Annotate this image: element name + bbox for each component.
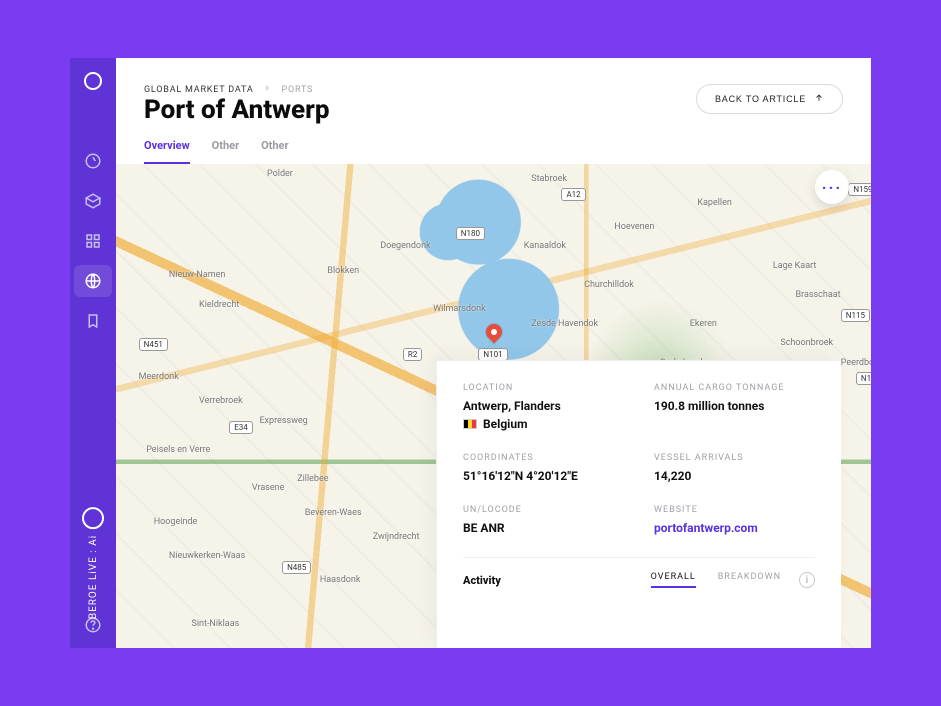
map-place-label: Kapellen — [697, 198, 732, 208]
map-place-label: Doegendonk — [380, 241, 430, 251]
sidebar-item-bookmarks[interactable] — [84, 312, 102, 330]
activity-tab-breakdown[interactable]: BREAKDOWN — [718, 572, 781, 588]
breadcrumb-root[interactable]: GLOBAL MARKET DATA — [144, 85, 253, 95]
map-route-chip: N451 — [139, 338, 168, 351]
sidebar-item-apps[interactable] — [84, 232, 102, 250]
map-place-label: Stabroek — [531, 174, 567, 184]
map-place-label: Churchilldok — [584, 280, 634, 290]
activity-tabs: OVERALL BREAKDOWN — [651, 572, 781, 588]
main-panel: GLOBAL MARKET DATA PORTS Port of Antwerp… — [116, 58, 871, 648]
sidebar-item-global[interactable] — [84, 272, 102, 290]
tab-other-2[interactable]: Other — [261, 139, 288, 164]
chevron-right-icon — [263, 84, 271, 95]
activity-section-title: Activity — [463, 574, 501, 587]
page-title: Port of Antwerp — [144, 95, 329, 125]
map-place-label: Peerdbos — [841, 358, 871, 368]
map-place-label: Lage Kaart — [773, 261, 816, 271]
tab-overview[interactable]: Overview — [144, 139, 190, 164]
tab-other-1[interactable]: Other — [212, 139, 239, 164]
map-place-label: Expressweg — [259, 416, 307, 426]
map-place-label: Peisels en Verre — [146, 445, 210, 455]
brand-logo-icon[interactable] — [84, 72, 102, 90]
map-route-chip: N101 — [478, 348, 507, 361]
map-place-label: Zwijndrecht — [373, 532, 420, 542]
map-route-chip: R2 — [403, 348, 422, 361]
website-link[interactable]: portofantwerp.com — [654, 521, 815, 535]
sidebar-item-packages[interactable] — [84, 192, 102, 210]
meta-coordinates: COORDINATES 51°16'12"N 4°20'12"E — [463, 453, 624, 483]
meta-unlocode: UN/LOCODE BE ANR — [463, 505, 624, 535]
map-place-label: Verrebroek — [199, 396, 243, 406]
map-place-label: Nieuwkerken-Waas — [169, 551, 245, 561]
meta-location: LOCATION Antwerp, Flanders Belgium — [463, 383, 624, 431]
brand-text: BEROE LiVE : Ai — [82, 507, 104, 619]
map-place-label: Haasdonk — [320, 575, 361, 585]
map-place-label: Zesde Havendok — [531, 319, 598, 329]
map-place-label: Hoevenen — [614, 222, 654, 232]
more-options-button[interactable]: ··· — [815, 170, 849, 204]
map-route-chip: N131 — [856, 372, 871, 385]
map-route-chip: N115 — [841, 309, 870, 322]
map-place-label: Sint-Niklaas — [192, 619, 240, 629]
map-place-label: Meerdonk — [139, 372, 179, 382]
map-place-label: Schoonbroek — [780, 338, 833, 348]
map-place-label: Ekeren — [690, 319, 717, 329]
activity-tab-overall[interactable]: OVERALL — [651, 572, 696, 588]
map-route-chip: N180 — [456, 227, 485, 240]
map-route-chip: N159 — [848, 183, 871, 196]
map-place-label: Nieuw-Namen — [169, 270, 226, 280]
map-place-label: Beveren-Waes — [305, 508, 362, 518]
belgium-flag-icon — [463, 419, 477, 429]
map-route-chip: E34 — [229, 421, 253, 434]
map-place-label: Polder — [267, 169, 293, 179]
info-icon[interactable]: i — [799, 572, 815, 588]
breadcrumb-leaf[interactable]: PORTS — [281, 85, 313, 95]
map-route-chip: A12 — [561, 188, 585, 201]
map-place-label: Kieldrecht — [199, 300, 239, 310]
map-route-chip: N485 — [282, 561, 311, 574]
content-tabs: Overview Other Other — [144, 139, 843, 164]
map-place-label: Kanaaldok — [524, 241, 566, 251]
map-place-label: Hoogeinde — [154, 517, 198, 527]
meta-arrivals: VESSEL ARRIVALS 14,220 — [654, 453, 815, 483]
meta-website: WEBSITE portofantwerp.com — [654, 505, 815, 535]
breadcrumb: GLOBAL MARKET DATA PORTS — [144, 84, 329, 95]
sidebar-item-dashboard[interactable] — [84, 152, 102, 170]
port-info-card: LOCATION Antwerp, Flanders Belgium ANNUA… — [436, 360, 841, 648]
map-place-label: Blokken — [327, 266, 359, 276]
sidebar: BEROE LiVE : Ai — [70, 58, 116, 648]
back-to-article-button[interactable]: BACK TO ARTICLE — [696, 84, 843, 114]
arrow-up-icon — [814, 93, 824, 105]
map-place-label: Zillebee — [297, 474, 328, 484]
map-place-label: Wilmarsdonk — [433, 304, 486, 314]
map-place-label: Brasschaat — [796, 290, 841, 300]
meta-tonnage: ANNUAL CARGO TONNAGE 190.8 million tonne… — [654, 383, 815, 431]
map-place-label: Vrasene — [252, 483, 285, 493]
